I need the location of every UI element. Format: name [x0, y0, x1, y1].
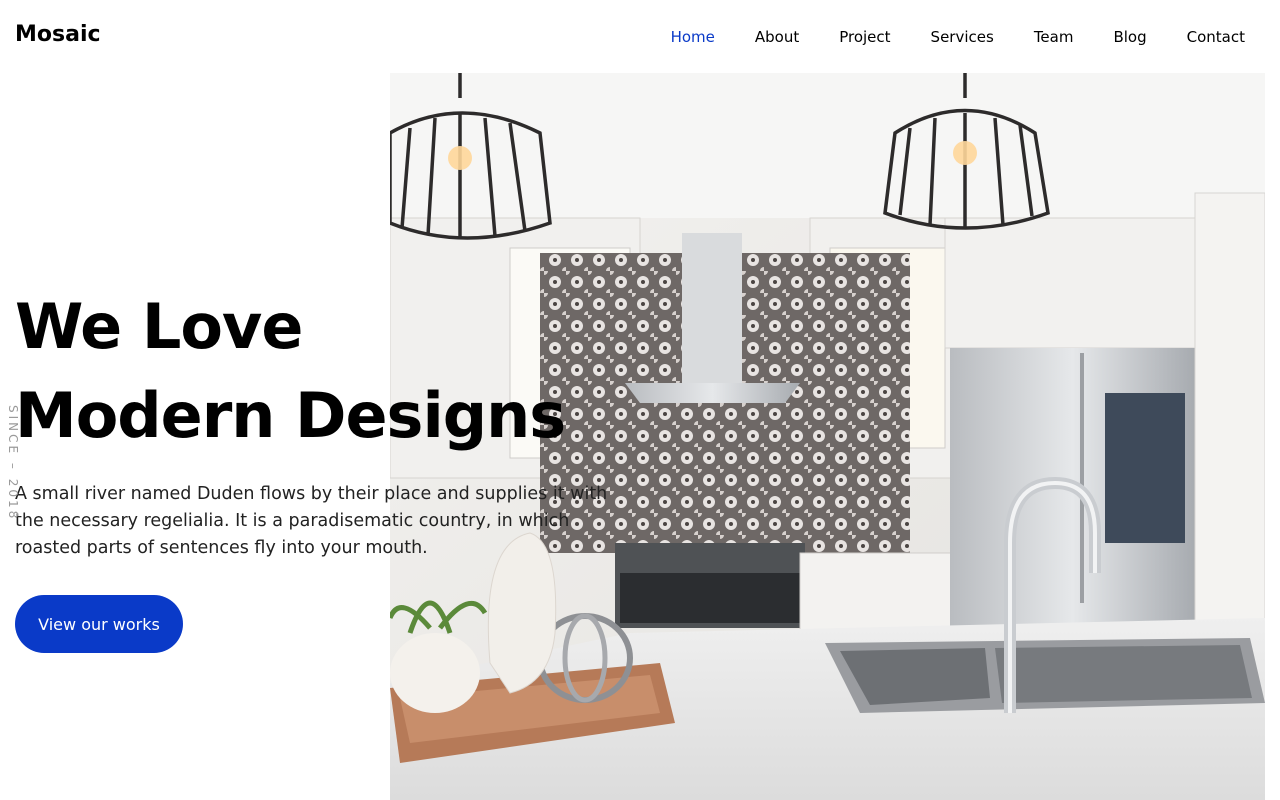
hero-headline-line2: Modern Designs [15, 379, 566, 452]
hero-headline-line1: We Love [15, 290, 303, 363]
view-works-button[interactable]: View our works [15, 595, 183, 653]
hero-headline: We Love Modern Designs [15, 282, 566, 460]
nav-link-team[interactable]: Team [1034, 28, 1074, 46]
main-nav: Home About Project Services Team Blog Co… [671, 0, 1245, 73]
nav-link-contact[interactable]: Contact [1187, 28, 1245, 46]
nav-link-blog[interactable]: Blog [1113, 28, 1146, 46]
nav-link-project[interactable]: Project [839, 28, 890, 46]
hero-description: A small river named Duden flows by their… [15, 484, 608, 558]
brand-logo[interactable]: Mosaic [15, 22, 101, 47]
since-label: SINCE – 2018 [6, 405, 20, 522]
nav-link-about[interactable]: About [755, 28, 799, 46]
nav-link-home[interactable]: Home [671, 28, 715, 46]
navbar: Mosaic Home About Project Services Team … [0, 0, 1280, 73]
nav-link-services[interactable]: Services [931, 28, 994, 46]
